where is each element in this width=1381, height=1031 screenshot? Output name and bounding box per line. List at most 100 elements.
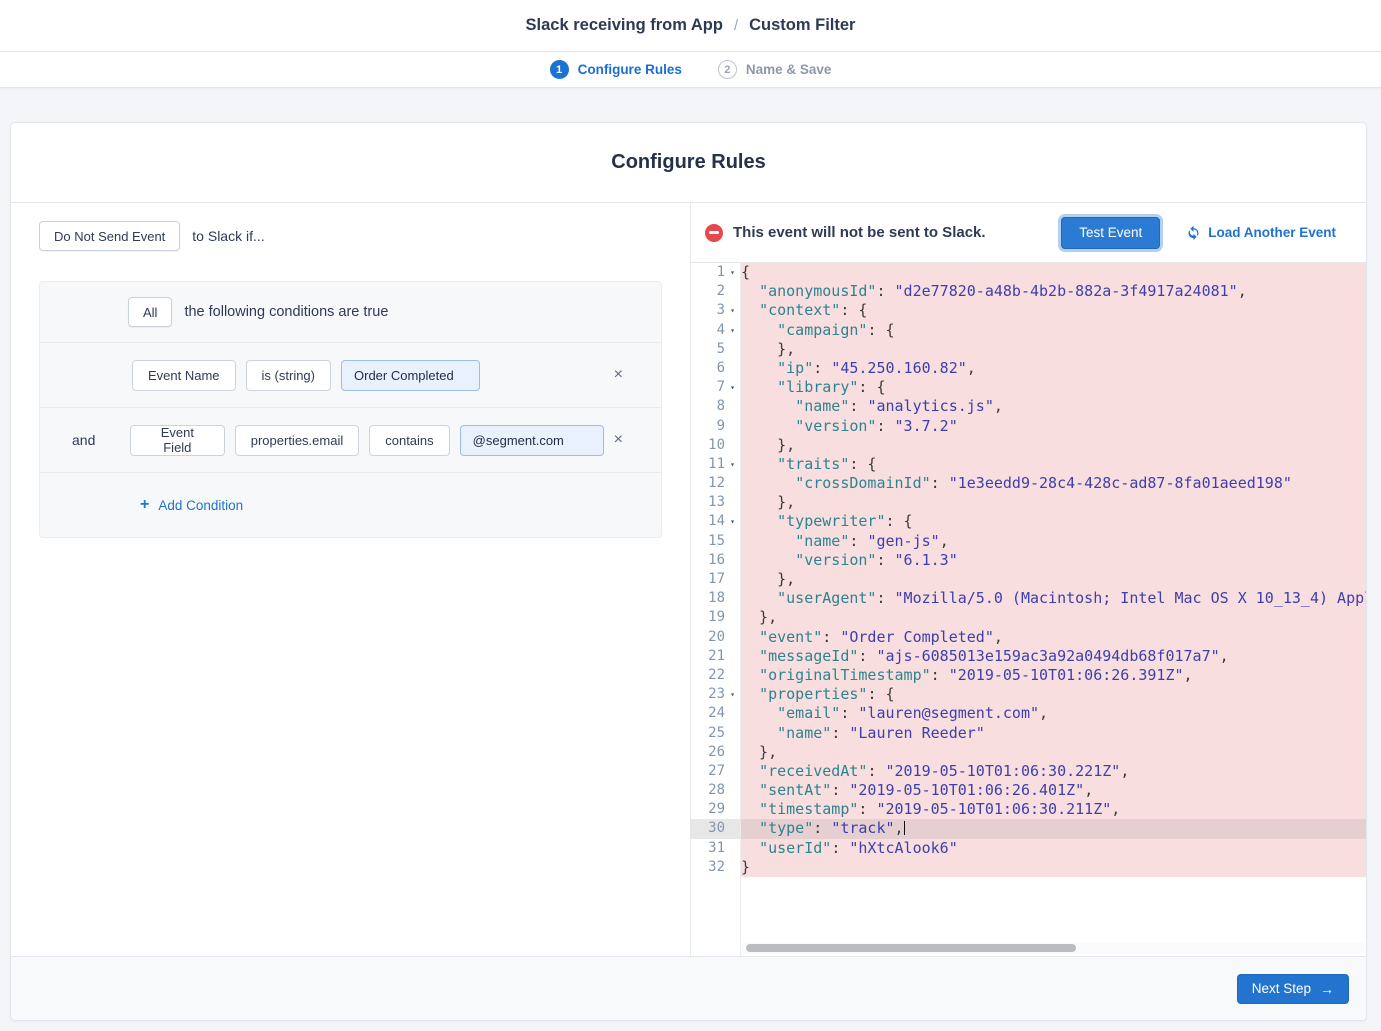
match-operator-dropdown[interactable]: All xyxy=(128,297,172,327)
json-event-editor[interactable]: 1▾23▾4▾567▾891011▾121314▾151617181920212… xyxy=(691,263,1366,956)
fold-arrow-icon xyxy=(725,551,740,570)
code-line[interactable]: "campaign": { xyxy=(741,321,1366,340)
fold-arrow-icon xyxy=(725,724,740,743)
fold-arrow-icon: ▾ xyxy=(725,455,740,474)
remove-condition-icon[interactable]: × xyxy=(614,432,623,448)
condition-type-dropdown[interactable]: Event Name xyxy=(132,360,236,391)
code-line[interactable]: "originalTimestamp": "2019-05-10T01:06:2… xyxy=(741,666,1366,685)
code-line[interactable]: "name": "Lauren Reeder" xyxy=(741,724,1366,743)
gutter-line-number: 6 xyxy=(691,359,740,378)
fold-arrow-icon xyxy=(725,589,740,608)
step-2-label: Name & Save xyxy=(746,62,832,77)
code-line[interactable]: }, xyxy=(741,608,1366,627)
horizontal-scrollbar-thumb[interactable] xyxy=(746,944,1076,952)
gutter-line-number: 4▾ xyxy=(691,321,740,340)
condition-value-input[interactable] xyxy=(341,360,480,391)
code-line[interactable]: }, xyxy=(741,436,1366,455)
gutter-line-number: 19 xyxy=(691,608,740,627)
step-2-circle: 2 xyxy=(718,60,737,79)
gutter-line-number: 1▾ xyxy=(691,263,740,282)
gutter-line-number: 29 xyxy=(691,800,740,819)
gutter-line-number: 18 xyxy=(691,589,740,608)
fold-arrow-icon xyxy=(725,858,740,877)
add-condition-button[interactable]: + Add Condition xyxy=(140,496,243,514)
test-event-button[interactable]: Test Event xyxy=(1061,217,1160,249)
step-1-circle: 1 xyxy=(550,60,569,79)
fold-arrow-icon xyxy=(725,282,740,301)
fold-arrow-icon xyxy=(725,474,740,493)
gutter-line-number: 2 xyxy=(691,282,740,301)
fold-arrow-icon: ▾ xyxy=(725,301,740,320)
code-line[interactable]: "library": { xyxy=(741,378,1366,397)
condition-value-input[interactable] xyxy=(460,425,604,456)
code-line[interactable]: }, xyxy=(741,493,1366,512)
gutter-line-number: 11▾ xyxy=(691,455,740,474)
code-line[interactable]: "timestamp": "2019-05-10T01:06:30.211Z", xyxy=(741,800,1366,819)
stepper-bar: 1 Configure Rules 2 Name & Save xyxy=(0,52,1381,88)
code-line[interactable]: "version": "6.1.3" xyxy=(741,551,1366,570)
condition-operator-dropdown[interactable]: is (string) xyxy=(246,360,331,391)
fold-arrow-icon xyxy=(725,417,740,436)
code-line[interactable]: "properties": { xyxy=(741,685,1366,704)
step-1-label: Configure Rules xyxy=(578,62,682,77)
fold-arrow-icon xyxy=(725,781,740,800)
breadcrumb-parent[interactable]: Slack receiving from App xyxy=(526,16,723,35)
code-line[interactable]: "traits": { xyxy=(741,455,1366,474)
code-line[interactable]: { xyxy=(741,263,1366,282)
code-line[interactable]: "name": "analytics.js", xyxy=(741,397,1366,416)
gutter-line-number: 17 xyxy=(691,570,740,589)
remove-condition-icon[interactable]: × xyxy=(614,367,623,383)
filter-action-dropdown[interactable]: Do Not Send Event xyxy=(39,221,180,251)
code-line[interactable]: "version": "3.7.2" xyxy=(741,417,1366,436)
next-step-button[interactable]: Next Step → xyxy=(1237,974,1349,1004)
conjunction-label: and xyxy=(72,432,130,448)
code-line[interactable]: }, xyxy=(741,570,1366,589)
gutter-line-number: 8 xyxy=(691,397,740,416)
code-line[interactable]: "typewriter": { xyxy=(741,512,1366,531)
code-line[interactable]: "anonymousId": "d2e77820-a48b-4b2b-882a-… xyxy=(741,282,1366,301)
step-configure-rules[interactable]: 1 Configure Rules xyxy=(550,60,682,79)
gutter-line-number: 12 xyxy=(691,474,740,493)
code-line[interactable]: "email": "lauren@segment.com", xyxy=(741,704,1366,723)
code-line[interactable]: }, xyxy=(741,743,1366,762)
code-line[interactable]: "event": "Order Completed", xyxy=(741,628,1366,647)
code-line[interactable]: "name": "gen-js", xyxy=(741,532,1366,551)
code-line[interactable]: "type": "track", xyxy=(741,819,1366,838)
step-name-and-save[interactable]: 2 Name & Save xyxy=(718,60,832,79)
editor-gutter: 1▾23▾4▾567▾891011▾121314▾151617181920212… xyxy=(691,263,741,956)
code-line[interactable]: "sentAt": "2019-05-10T01:06:26.401Z", xyxy=(741,781,1366,800)
condition-row-1: Event Name is (string) × xyxy=(40,342,661,407)
code-line[interactable]: "receivedAt": "2019-05-10T01:06:30.221Z"… xyxy=(741,762,1366,781)
card-header: Configure Rules xyxy=(11,123,1366,203)
load-another-event-link[interactable]: Load Another Event xyxy=(1186,225,1336,240)
rule-builder-panel: Do Not Send Event to Slack if... All the… xyxy=(11,203,691,956)
gutter-line-number: 25 xyxy=(691,724,740,743)
configure-rules-card: Configure Rules Do Not Send Event to Sla… xyxy=(10,122,1367,1021)
code-line[interactable]: "context": { xyxy=(741,301,1366,320)
code-line[interactable]: } xyxy=(741,858,1366,877)
condition-operator-dropdown[interactable]: contains xyxy=(369,425,449,456)
horizontal-scrollbar-track[interactable] xyxy=(742,942,1366,954)
trigger-suffix-text: to Slack if... xyxy=(192,228,264,244)
code-line[interactable]: }, xyxy=(741,340,1366,359)
code-line[interactable]: "crossDomainId": "1e3eedd9-28c4-428c-ad8… xyxy=(741,474,1366,493)
fold-arrow-icon xyxy=(725,704,740,723)
editor-code[interactable]: { "anonymousId": "d2e77820-a48b-4b2b-882… xyxy=(741,263,1366,956)
code-line[interactable]: "messageId": "ajs-6085013e159ac3a92a0494… xyxy=(741,647,1366,666)
code-line[interactable]: "ip": "45.250.160.82", xyxy=(741,359,1366,378)
add-condition-label: Add Condition xyxy=(158,498,243,513)
gutter-line-number: 5 xyxy=(691,340,740,359)
code-line[interactable]: "userId": "hXtcAlook6" xyxy=(741,839,1366,858)
page-title: Configure Rules xyxy=(611,151,765,174)
gutter-line-number: 31 xyxy=(691,839,740,858)
status-message: This event will not be sent to Slack. xyxy=(733,224,986,241)
load-another-event-label: Load Another Event xyxy=(1208,225,1336,240)
fold-arrow-icon xyxy=(725,570,740,589)
condition-type-dropdown[interactable]: Event Field xyxy=(130,425,225,456)
code-line[interactable]: "userAgent": "Mozilla/5.0 (Macintosh; In… xyxy=(741,589,1366,608)
fold-arrow-icon: ▾ xyxy=(725,685,740,704)
refresh-icon xyxy=(1186,225,1201,240)
arrow-right-icon: → xyxy=(1320,981,1334,997)
condition-field-dropdown[interactable]: properties.email xyxy=(235,425,360,456)
gutter-line-number: 9 xyxy=(691,417,740,436)
